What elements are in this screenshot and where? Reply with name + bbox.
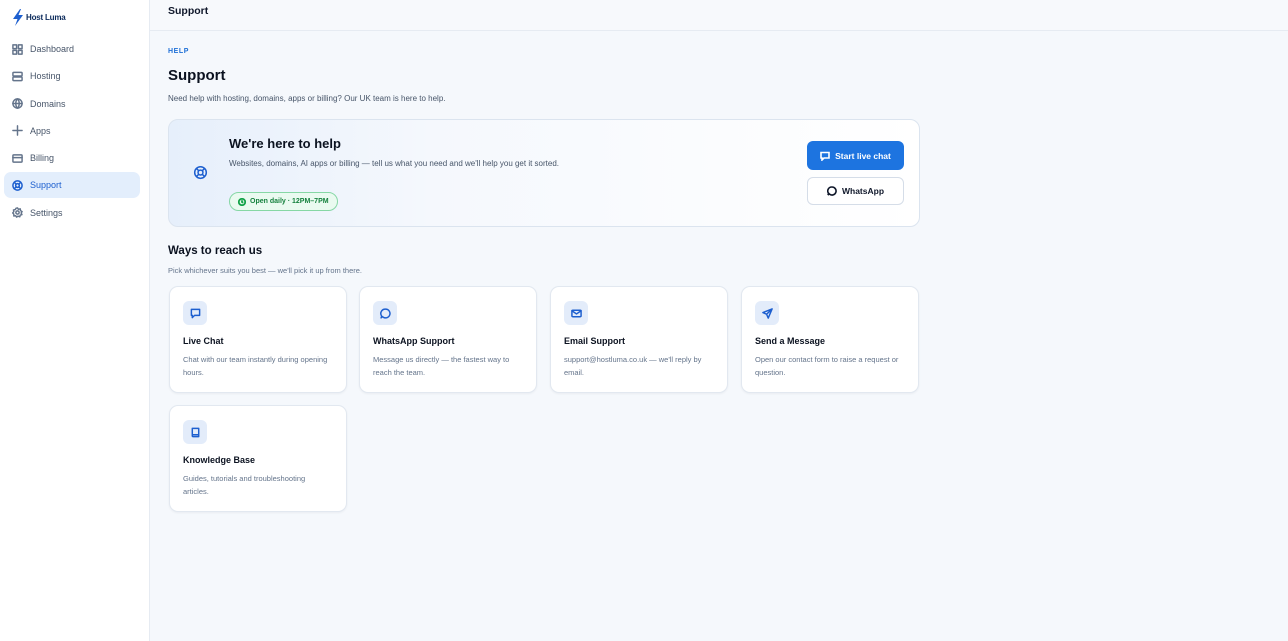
card-title: Knowledge Base <box>183 455 256 465</box>
sidebar: Host Luma Dashboard Hosting Domains Apps… <box>0 0 150 641</box>
sidebar-item-label: Settings <box>30 207 63 218</box>
card-description: support@hostluma.co.uk — we'll reply by … <box>564 355 702 377</box>
topbar: Support <box>150 0 1288 31</box>
card-title: WhatsApp Support <box>373 336 455 346</box>
sidebar-item-label: Hosting <box>30 71 61 82</box>
section-subtitle: Pick whichever suits you best — we'll pi… <box>168 266 363 275</box>
start-live-chat-button[interactable]: Start live chat <box>807 141 904 170</box>
sidebar-item-label: Dashboard <box>30 44 75 54</box>
help-banner: We're here to help Websites, domains, AI… <box>168 119 920 227</box>
brand-name: Host Luma <box>26 13 66 22</box>
clock-icon <box>238 197 246 206</box>
sidebar-item-label: Billing <box>30 153 55 164</box>
opening-hours-text: Open daily · 12PM–7PM <box>250 198 329 205</box>
sidebar-item-label: Domains <box>30 98 66 109</box>
sidebar-item-settings[interactable]: Settings <box>4 200 140 226</box>
contact-card-knowledge-base[interactable]: Knowledge Base Guides, tutorials and tro… <box>169 405 347 512</box>
opening-hours-badge: Open daily · 12PM–7PM <box>229 192 338 211</box>
start-live-chat-label: Start live chat <box>835 150 891 161</box>
sidebar-nav: Dashboard Hosting Domains Apps Billing S… <box>4 36 140 227</box>
page-title: Support <box>168 67 226 84</box>
credit-card-icon <box>11 152 23 164</box>
card-description: Message us directly — the fastest way to… <box>373 355 510 377</box>
sidebar-item-dashboard[interactable]: Dashboard <box>4 36 140 62</box>
grid-icon <box>11 43 23 55</box>
banner-title: We're here to help <box>229 136 341 151</box>
server-icon <box>11 70 23 82</box>
plus-icon <box>11 125 23 137</box>
lifebuoy-icon <box>193 165 209 181</box>
globe-icon <box>11 98 23 110</box>
sidebar-item-billing[interactable]: Billing <box>4 145 140 171</box>
card-description: Chat with our team instantly during open… <box>183 355 328 377</box>
mail-icon <box>564 301 588 325</box>
chat-icon <box>183 301 207 325</box>
card-title: Send a Message <box>755 336 826 346</box>
page-eyebrow: HELP <box>168 48 190 55</box>
section-title: Ways to reach us <box>168 245 263 257</box>
contact-card-whatsapp[interactable]: WhatsApp Support Message us directly — t… <box>359 286 537 393</box>
whatsapp-label: WhatsApp <box>841 186 885 196</box>
card-description: Guides, tutorials and troubleshooting ar… <box>183 474 306 496</box>
chat-icon <box>820 151 830 161</box>
sidebar-item-label: Apps <box>30 125 51 136</box>
sidebar-item-support[interactable]: Support <box>4 172 140 199</box>
sidebar-item-apps[interactable]: Apps <box>4 118 140 144</box>
sidebar-item-domains[interactable]: Domains <box>4 91 140 117</box>
whatsapp-icon <box>826 186 837 196</box>
sidebar-item-hosting[interactable]: Hosting <box>4 63 140 89</box>
banner-description: Websites, domains, AI apps or billing — … <box>229 159 560 168</box>
contact-card-send-message[interactable]: Send a Message Open our contact form to … <box>741 286 919 393</box>
sidebar-item-label: Support <box>30 180 62 191</box>
whatsapp-icon <box>373 301 397 325</box>
whatsapp-button[interactable]: WhatsApp <box>807 177 904 205</box>
send-icon <box>755 301 779 325</box>
brand-logo[interactable]: Host Luma <box>12 9 66 26</box>
contact-card-live-chat[interactable]: Live Chat Chat with our team instantly d… <box>169 286 347 393</box>
contact-card-email[interactable]: Email Support support@hostluma.co.uk — w… <box>550 286 728 393</box>
topbar-title: Support <box>168 5 209 17</box>
lightning-icon <box>13 9 23 26</box>
card-title: Email Support <box>564 336 626 346</box>
page-subtitle: Need help with hosting, domains, apps or… <box>168 94 446 103</box>
card-description: Open our contact form to raise a request… <box>755 355 899 377</box>
lifebuoy-icon <box>11 179 23 191</box>
card-title: Live Chat <box>183 336 224 346</box>
gear-icon <box>11 207 23 219</box>
book-icon <box>183 420 207 444</box>
